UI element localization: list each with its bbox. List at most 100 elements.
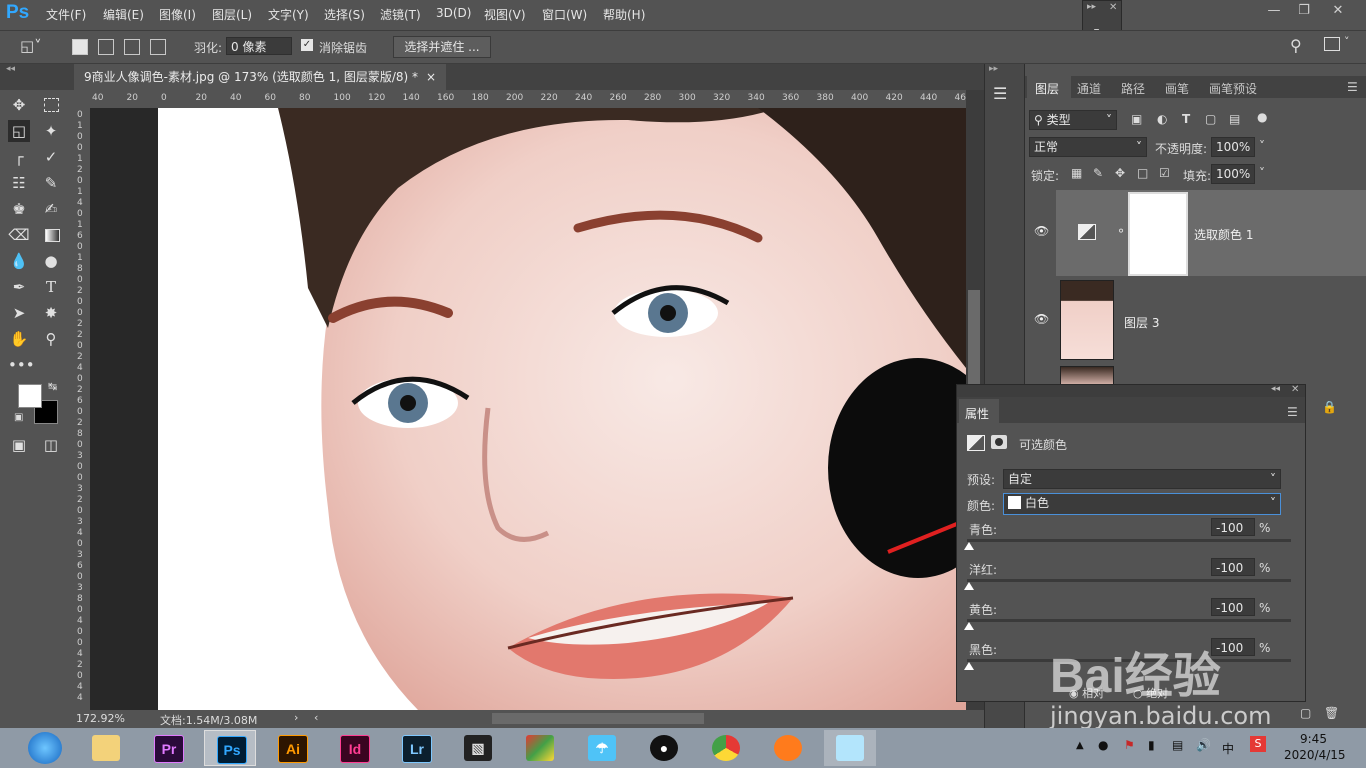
filter-pixel-icon[interactable]: ▣ [1131,112,1142,126]
marquee-tool-icon[interactable] [40,94,62,116]
taskbar-chrome[interactable] [700,730,752,766]
layer-row-layer3[interactable]: 👁 图层 3 [1024,276,1366,362]
menu-3d[interactable]: 3D(D) [436,6,471,20]
clone-stamp-icon[interactable]: ♚ [8,198,30,220]
menu-type[interactable]: 文字(Y) [268,6,309,23]
taskbar-notes[interactable] [824,730,876,766]
more-tools-icon[interactable]: ••• [8,354,35,376]
menu-edit[interactable]: 编辑(E) [103,6,144,23]
crop-tool-icon[interactable]: ┌ [8,146,30,168]
blur-tool-icon[interactable]: 💧 [8,250,30,272]
clock-date[interactable]: 2020/4/15 [1284,748,1346,762]
hand-tool-icon[interactable]: ✋ [8,328,30,350]
taskbar-orange-app[interactable] [762,730,814,766]
tab-brushes[interactable]: 画笔 [1165,80,1189,97]
taskbar-indesign[interactable]: Id [328,730,380,766]
zoom-tool-icon[interactable]: ⚲ [40,328,62,350]
swap-colors-icon[interactable]: ↹ [48,380,57,393]
chain-link-icon[interactable]: ⚬ [1116,224,1126,238]
document-tab[interactable]: 9商业人像调色-素材.jpg @ 173% (选取颜色 1, 图层蒙版/8) *… [74,64,446,90]
menu-view[interactable]: 视图(V) [484,6,526,23]
toolbar-collapse-icon[interactable]: ◂◂ [6,64,15,74]
history-brush-icon[interactable]: ✍ [40,198,62,220]
pen-tool-icon[interactable]: ✒ [8,276,30,298]
yellow-input[interactable]: -100 [1211,598,1255,616]
fill-input[interactable]: 100% [1211,164,1255,184]
tray-network-icon[interactable]: ▤ [1172,738,1183,752]
workspace-icon[interactable] [1324,37,1340,51]
tray-sogou-icon[interactable]: S [1250,736,1266,752]
dodge-tool-icon[interactable]: ● [40,250,62,272]
menu-select[interactable]: 选择(S) [324,6,365,23]
blend-mode-select[interactable]: 正常 ˅ [1029,137,1147,157]
menu-help[interactable]: 帮助(H) [603,6,645,23]
healing-brush-icon[interactable]: ☷ [8,172,30,194]
minimize-icon[interactable]: — [1262,2,1286,20]
antialias-checkbox[interactable]: ✓ [301,39,313,51]
tray-expand-icon[interactable]: ▲ [1076,740,1084,751]
tray-battery-icon[interactable]: ▮ [1148,738,1155,752]
cyan-slider-thumb[interactable] [964,542,974,550]
custom-shape-icon[interactable]: ✸ [40,302,62,324]
move-tool-icon[interactable]: ✥ [8,94,30,116]
lock-image-icon[interactable]: ✎ [1093,166,1103,180]
colors-select[interactable]: 白色 ˅ [1003,493,1281,515]
horizontal-scroll-thumb[interactable] [492,713,704,724]
filter-adjustment-icon[interactable]: ◐ [1157,112,1167,126]
tab-channels[interactable]: 通道 [1077,80,1101,97]
close-window-icon[interactable]: ✕ [1326,2,1350,20]
menu-filter[interactable]: 滤镜(T) [380,6,421,23]
filter-toggle-icon[interactable]: ● [1257,110,1267,124]
close-tab-icon[interactable]: × [426,64,436,90]
tab-brush-presets[interactable]: 画笔预设 [1209,80,1257,97]
taskbar-lightroom[interactable]: Lr [390,730,442,766]
layer-mask-thumbnail[interactable] [1128,192,1188,276]
cyan-slider-track[interactable] [967,539,1291,542]
tab-layers[interactable]: 图层 [1035,80,1059,97]
eraser-tool-icon[interactable]: ⌫ [8,224,30,246]
collapse-icon[interactable]: ▸▸ [1087,2,1096,12]
opacity-input[interactable]: 100% [1211,137,1255,157]
taskbar-premiere[interactable]: Pr [142,730,194,766]
magenta-slider-track[interactable] [967,579,1291,582]
search-icon[interactable]: ⚲ [1290,36,1302,55]
opacity-chevron-icon[interactable]: ˅ [1259,139,1265,153]
screen-mode-icon[interactable]: ◫ [40,434,62,456]
tray-qq-icon[interactable]: ● [1098,738,1108,752]
lasso-tool-icon[interactable]: ◱ [8,120,30,142]
adjustment-type-icon[interactable] [967,435,985,451]
visibility-eye-icon[interactable]: 👁 [1034,312,1049,326]
restore-icon[interactable]: ❐ [1292,2,1316,20]
lasso-tool-preset-icon[interactable]: ◱˅ [20,37,42,55]
menu-file[interactable]: 文件(F) [46,6,86,23]
preset-select[interactable]: 自定 ˅ [1003,469,1281,489]
tray-volume-icon[interactable]: 🔊 [1196,738,1211,752]
taskbar-explorer[interactable] [80,730,132,766]
start-button[interactable] [28,732,62,764]
taskbar-app-colorful[interactable] [514,730,566,766]
filter-smart-icon[interactable]: ▤ [1229,112,1240,126]
lock-artboard-icon[interactable]: □ [1137,166,1148,180]
cyan-input[interactable]: -100 [1211,518,1255,536]
clock-time[interactable]: 9:45 [1300,732,1327,746]
lock-all-icon[interactable]: ☑ [1159,166,1170,180]
filter-kind-select[interactable]: ⚲ 类型 ˅ [1029,110,1117,130]
close-icon[interactable]: ✕ [1291,384,1299,395]
taskbar-illustrator[interactable]: Ai [266,730,318,766]
subtract-selection-icon[interactable] [124,39,140,55]
gradient-tool-icon[interactable] [40,224,62,246]
quick-mask-icon[interactable]: ▣ [8,434,30,456]
status-arrow-icon[interactable]: › [294,711,298,724]
lock-transparent-icon[interactable]: ▦ [1071,166,1082,180]
menu-window[interactable]: 窗口(W) [542,6,587,23]
path-selection-icon[interactable]: ➤ [8,302,30,324]
taskbar-photoshop[interactable]: Ps [204,730,256,766]
yellow-slider-thumb[interactable] [964,622,974,630]
taskbar-app-bird[interactable]: ☂ [576,730,628,766]
fill-chevron-icon[interactable]: ˅ [1259,166,1265,180]
black-slider-thumb[interactable] [964,662,974,670]
magenta-input[interactable]: -100 [1211,558,1255,576]
visibility-eye-icon[interactable]: 👁 [1034,224,1049,238]
panel-collapse-icon[interactable]: ▸▸ [989,64,998,74]
panel-menu-icon[interactable]: ☰ [1287,405,1298,419]
